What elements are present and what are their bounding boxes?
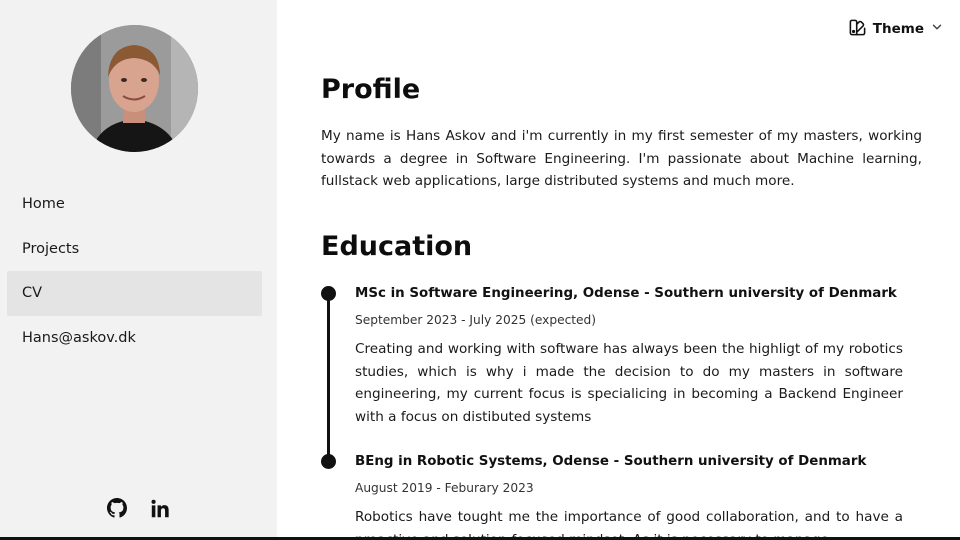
chevron-down-icon [930,20,944,38]
nav-item-email[interactable]: Hans@askov.dk [7,316,262,361]
theme-dropdown[interactable]: Theme [848,18,944,40]
sidebar: Home Projects CV Hans@askov.dk [0,0,277,540]
nav-item-label: CV [22,285,43,302]
theme-label: Theme [872,21,924,37]
github-icon[interactable] [106,497,128,519]
entry-title: MSc in Software Engineering, Odense - So… [355,286,897,301]
education-entry: BEng in Robotic Systems, Odense - Southe… [355,453,903,540]
nav-item-label: Projects [22,240,80,257]
entry-date: September 2023 - July 2025 (expected) [355,313,597,327]
palette-icon [848,18,867,41]
nav-item-projects[interactable]: Projects [7,227,262,272]
entry-description: Creating and working with software has a… [355,341,903,425]
timeline-line [327,293,330,461]
nav-item-cv[interactable]: CV [7,271,262,316]
linkedin-icon[interactable] [150,497,172,519]
entry-title: BEng in Robotic Systems, Odense - Southe… [355,454,867,469]
education-heading: Education [321,231,473,262]
nav-item-home[interactable]: Home [7,182,262,227]
education-entry: MSc in Software Engineering, Odense - So… [355,285,903,428]
timeline-dot [321,454,336,469]
profile-heading: Profile [321,74,421,105]
timeline-dot [321,286,336,301]
profile-photo [71,25,198,152]
entry-date: August 2019 - Feburary 2023 [355,481,534,495]
entry-description: Robotics have tought me the importance o… [355,509,903,540]
nav-item-label: Home [22,196,65,213]
sidebar-nav: Home Projects CV Hans@askov.dk [7,182,262,360]
nav-item-label: Hans@askov.dk [22,329,136,346]
social-links [0,497,277,519]
profile-text: My name is Hans Askov and i'm currently … [321,128,922,189]
